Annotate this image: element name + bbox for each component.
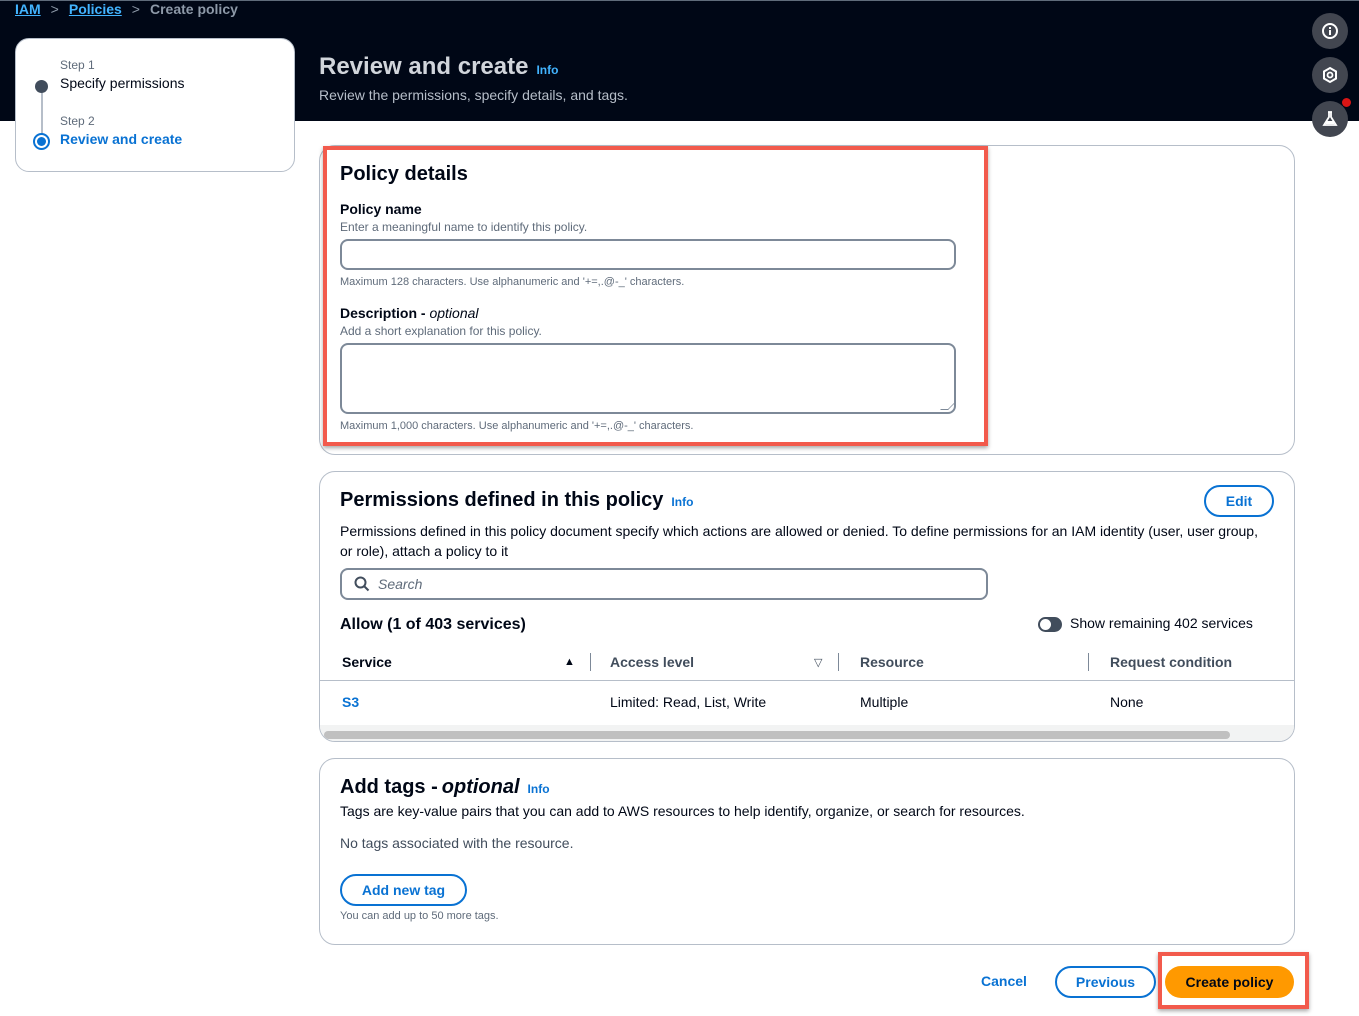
permissions-heading: Permissions defined in this policy Info <box>340 489 693 512</box>
optional-tag: optional <box>441 776 520 798</box>
sort-ascending-icon[interactable]: ▲ <box>564 656 575 668</box>
step-2-label: Step 2 <box>60 114 95 128</box>
permissions-heading-text: Permissions defined in this policy <box>340 489 664 511</box>
page-description: Review the permissions, specify details,… <box>319 87 628 103</box>
step-2-title: Review and create <box>60 131 183 147</box>
column-header-access-level[interactable]: Access level <box>610 654 694 670</box>
highlight-box-create-policy <box>1158 952 1309 1009</box>
chevron-right-icon: > <box>131 1 140 17</box>
tags-empty-message: No tags associated with the resource. <box>340 835 574 851</box>
column-resizer[interactable] <box>1088 653 1089 671</box>
wizard-steps: Step 1 Specify permissions Step 2 Review… <box>15 38 295 172</box>
info-panel-button[interactable] <box>1312 13 1348 49</box>
access-level-cell: Limited: Read, List, Write <box>610 694 767 710</box>
column-resizer[interactable] <box>838 653 839 671</box>
breadcrumb-iam[interactable]: IAM <box>15 1 41 17</box>
permissions-info-link[interactable]: Info <box>671 495 693 509</box>
step-connector <box>41 93 43 135</box>
page-info-link[interactable]: Info <box>536 63 558 77</box>
column-header-resource: Resource <box>860 654 924 670</box>
tags-limit: You can add up to 50 more tags. <box>340 910 499 922</box>
tags-description: Tags are key-value pairs that you can ad… <box>340 803 1025 819</box>
highlight-box-policy-details <box>323 146 988 446</box>
request-condition-cell: None <box>1110 694 1144 710</box>
step-completed-icon <box>35 80 48 93</box>
step-1-label: Step 1 <box>60 58 95 72</box>
allow-heading: Allow (1 of 403 services) <box>340 616 526 633</box>
search-icon <box>354 576 370 592</box>
permissions-panel: Permissions defined in this policy Info … <box>319 471 1295 742</box>
breadcrumb-current: Create policy <box>149 1 238 17</box>
step-active-icon <box>33 133 50 150</box>
add-new-tag-button[interactable]: Add new tag <box>340 874 467 906</box>
sort-descending-icon[interactable]: ▽ <box>814 656 822 669</box>
search-placeholder: Search <box>378 576 423 592</box>
step-1-title[interactable]: Specify permissions <box>60 75 185 91</box>
edit-button[interactable]: Edit <box>1204 485 1274 517</box>
resource-cell: Multiple <box>860 694 909 710</box>
step-2: Step 2 Review and create <box>60 114 182 147</box>
horizontal-scrollbar[interactable] <box>324 731 1230 739</box>
info-icon <box>1322 23 1338 39</box>
tags-panel: Add tags - optional Info Tags are key-va… <box>319 758 1295 945</box>
page-title-text: Review and create <box>319 53 529 80</box>
cancel-button[interactable]: Cancel <box>981 973 1027 989</box>
column-header-request-condition: Request condition <box>1110 654 1233 670</box>
settings-button[interactable] <box>1312 57 1348 93</box>
previous-button[interactable]: Previous <box>1055 966 1156 998</box>
tags-heading-text: Add tags - <box>340 776 438 798</box>
settings-hexagon-icon <box>1323 66 1337 84</box>
notification-badge <box>1342 98 1351 107</box>
chevron-right-icon: > <box>50 1 59 17</box>
permissions-search[interactable]: Search <box>340 568 988 600</box>
permissions-description: Permissions defined in this policy docum… <box>340 523 1258 559</box>
column-header-service[interactable]: Service <box>342 654 392 670</box>
show-remaining-label: Show remaining 402 services <box>1070 615 1253 631</box>
tags-info-link[interactable]: Info <box>528 782 550 796</box>
lab-button[interactable] <box>1312 98 1351 137</box>
service-link[interactable]: S3 <box>342 694 359 710</box>
page-title: Review and create Info <box>319 53 558 81</box>
tags-heading: Add tags - optional Info <box>340 776 550 799</box>
lab-flask-icon <box>1322 111 1338 126</box>
show-remaining-toggle[interactable] <box>1038 617 1062 632</box>
step-1[interactable]: Step 1 Specify permissions <box>60 58 185 91</box>
breadcrumb: IAM > Policies > Create policy <box>15 0 238 18</box>
breadcrumb-policies[interactable]: Policies <box>69 1 122 17</box>
table-header-divider <box>320 680 1294 681</box>
column-resizer[interactable] <box>590 653 591 671</box>
